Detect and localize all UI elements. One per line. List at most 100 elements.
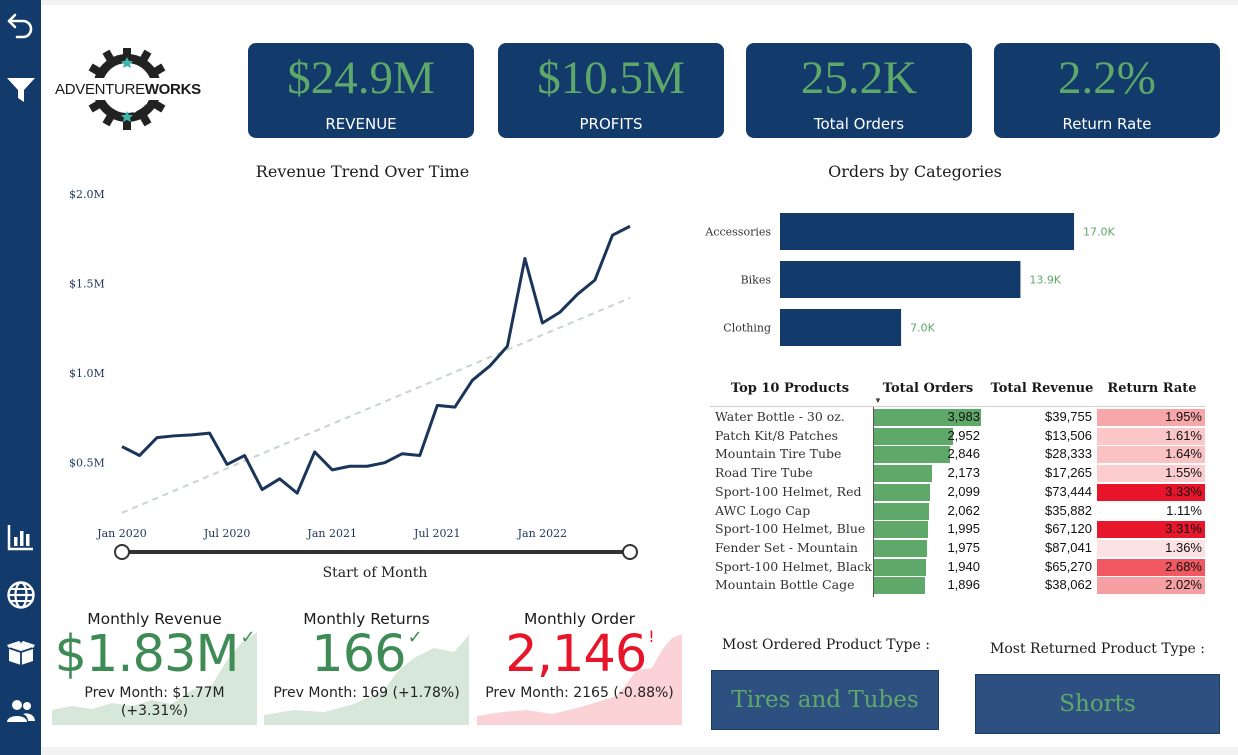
category-bar[interactable] (780, 309, 902, 346)
return-rate-value: 1.11% (1166, 502, 1202, 518)
product-name: Water Bottle - 30 oz. (715, 409, 845, 424)
orders-value: 1,995 (947, 521, 980, 537)
most-ordered-label: Most Ordered Product Type : (722, 637, 930, 653)
kpi-profits-card[interactable]: $10.5M PROFITS (498, 43, 724, 138)
monthly-returns-card[interactable]: Monthly Returns 166 ✓ Prev Month: 169 (+1… (264, 605, 469, 725)
kpi-label: REVENUE (325, 115, 397, 133)
x-tick-label: Jul 2020 (203, 527, 251, 540)
category-label: Bikes (741, 274, 772, 287)
return-rate-value: 1.95% (1165, 409, 1202, 424)
top-strip (41, 0, 1238, 5)
orders-value: 3,983 (947, 409, 980, 424)
monthly-order-prev: Prev Month: 2165 (-0.88%) (485, 685, 674, 701)
back-arrow-icon[interactable] (4, 8, 38, 42)
category-bar[interactable] (780, 261, 1021, 298)
revenue-value: $39,755 (1045, 409, 1092, 424)
category-label: Accessories (704, 226, 771, 239)
most-returned-value[interactable]: Shorts (975, 674, 1220, 734)
bar-data-label: 13.9K (1029, 274, 1061, 287)
product-name: Road Tire Tube (715, 465, 813, 481)
y-tick-label: $1.5M (69, 278, 105, 291)
table-row[interactable]: Patch Kit/8 Patches 2,952 $13,506 1.61% (710, 427, 1205, 445)
revenue-value: $13,506 (1045, 427, 1092, 443)
logo-wordmark: ADVENTUREWORKS (55, 81, 201, 98)
table-header-orders[interactable]: Total Orders (878, 381, 978, 396)
bar-chart-icon[interactable] (4, 520, 38, 554)
category-bar[interactable] (780, 213, 1075, 250)
x-tick-label: Jan 2022 (517, 527, 568, 540)
kpi-value: $10.5M (537, 52, 685, 104)
monthly-order-value: 2,146! (505, 625, 655, 684)
table-row[interactable]: Sport-100 Helmet, Black 1,940 $65,270 2.68% (710, 558, 1205, 576)
revenue-value: $67,120 (1045, 521, 1092, 537)
revenue-value: $65,270 (1045, 558, 1092, 574)
orders-value: 2,952 (947, 427, 980, 443)
y-tick-label: $2.0M (69, 188, 105, 201)
return-rate-value: 2.68% (1165, 558, 1202, 574)
return-rate-value: 2.02% (1165, 577, 1202, 593)
date-slider-end-handle[interactable] (622, 544, 638, 560)
table-row[interactable]: Water Bottle - 30 oz. 3,983 $39,755 1.95% (710, 408, 1205, 426)
kpi-label: PROFITS (579, 115, 643, 133)
people-icon[interactable] (4, 694, 38, 728)
table-header-revenue[interactable]: Total Revenue (988, 381, 1096, 396)
table-row[interactable]: Sport-100 Helmet, Blue 1,995 $67,120 3.31% (710, 520, 1205, 539)
table-header-return-rate[interactable]: Return Rate (1102, 381, 1202, 396)
filter-icon[interactable] (4, 72, 38, 106)
date-slider-start-handle[interactable] (114, 544, 130, 560)
table-row[interactable]: Fender Set - Mountain 1,975 $87,041 1.36% (710, 539, 1205, 557)
slider-label: Start of Month (323, 565, 428, 581)
kpi-value: 2.2% (1058, 52, 1156, 104)
revenue-value: $87,041 (1045, 539, 1092, 555)
bar-data-label: 7.0K (910, 322, 935, 335)
monthly-order-card[interactable]: Monthly Order 2,146! Prev Month: 2165 (-… (477, 605, 682, 725)
table-row[interactable]: Sport-100 Helmet, Red 2,099 $73,444 3.33% (710, 483, 1205, 501)
product-name: Mountain Tire Tube (715, 446, 842, 462)
return-rate-value: 1.61% (1165, 427, 1202, 443)
return-rate-value: 3.31% (1165, 521, 1202, 537)
table-header-rule (710, 406, 1205, 407)
box-icon[interactable] (4, 636, 38, 670)
monthly-returns-prev: Prev Month: 169 (+1.78%) (273, 685, 460, 701)
orders-by-categories-chart[interactable]: Accessories 17.0K Bikes 13.9K Clothing 7.0K (700, 200, 1120, 360)
revenue-trend-title: Revenue Trend Over Time (255, 162, 470, 181)
category-label: Clothing (723, 322, 771, 335)
x-tick-label: Jan 2020 (96, 527, 147, 540)
table-header-products[interactable]: Top 10 Products (720, 381, 860, 396)
monthly-revenue-prev: Prev Month: $1.77M (+3.31%) (84, 685, 225, 719)
most-returned-label: Most Returned Product Type : (990, 641, 1205, 657)
kpi-return-rate-card[interactable]: 2.2% Return Rate (994, 43, 1220, 138)
kpi-total-orders-card[interactable]: 25.2K Total Orders (746, 43, 972, 138)
bar-data-label: 17.0K (1083, 226, 1115, 239)
table-row[interactable]: Road Tire Tube 2,173 $17,265 1.55% (710, 464, 1205, 483)
table-row[interactable]: Mountain Bottle Cage 1,896 $38,062 2.02% (710, 576, 1205, 595)
globe-icon[interactable] (4, 578, 38, 612)
orders-value: 2,099 (947, 483, 980, 499)
product-name: Patch Kit/8 Patches (715, 427, 839, 443)
most-ordered-value[interactable]: Tires and Tubes (711, 670, 939, 730)
top-products-table[interactable]: Top 10 Products Total Orders Total Reven… (710, 378, 1210, 598)
orders-value: 2,173 (947, 465, 980, 481)
product-name: Sport-100 Helmet, Red (715, 483, 862, 499)
revenue-trend-chart[interactable]: $0.5M $1.0M $1.5M $2.0M Jan 2020 Jul 2020 Jan… (50, 180, 690, 590)
orders-value: 1,896 (947, 577, 980, 593)
monthly-revenue-value: $1.83M ✓ (54, 625, 255, 684)
table-row[interactable]: Mountain Tire Tube 2,846 $28,333 1.64% (710, 445, 1205, 464)
y-tick-label: $1.0M (69, 367, 105, 380)
kpi-value: $24.9M (287, 52, 435, 104)
product-name: AWC Logo Cap (715, 502, 811, 518)
monthly-revenue-card[interactable]: Monthly Revenue $1.83M ✓ Prev Month: $1.7… (52, 605, 257, 725)
kpi-value: 25.2K (800, 52, 918, 104)
x-tick-label: Jul 2021 (413, 527, 461, 540)
kpi-label: Total Orders (813, 115, 905, 133)
return-rate-value: 1.55% (1165, 465, 1202, 481)
kpi-revenue-card[interactable]: $24.9M REVENUE (248, 43, 474, 138)
product-name: Mountain Bottle Cage (715, 577, 855, 593)
orders-value: 1,940 (947, 558, 980, 574)
return-rate-value: 1.64% (1165, 446, 1202, 462)
x-tick-label: Jan 2021 (306, 527, 357, 540)
bottom-strip (41, 747, 1238, 755)
revenue-value: $38,062 (1045, 577, 1092, 593)
sidebar (0, 0, 41, 755)
table-row[interactable]: AWC Logo Cap 2,062 $35,882 1.11% (710, 502, 1205, 520)
